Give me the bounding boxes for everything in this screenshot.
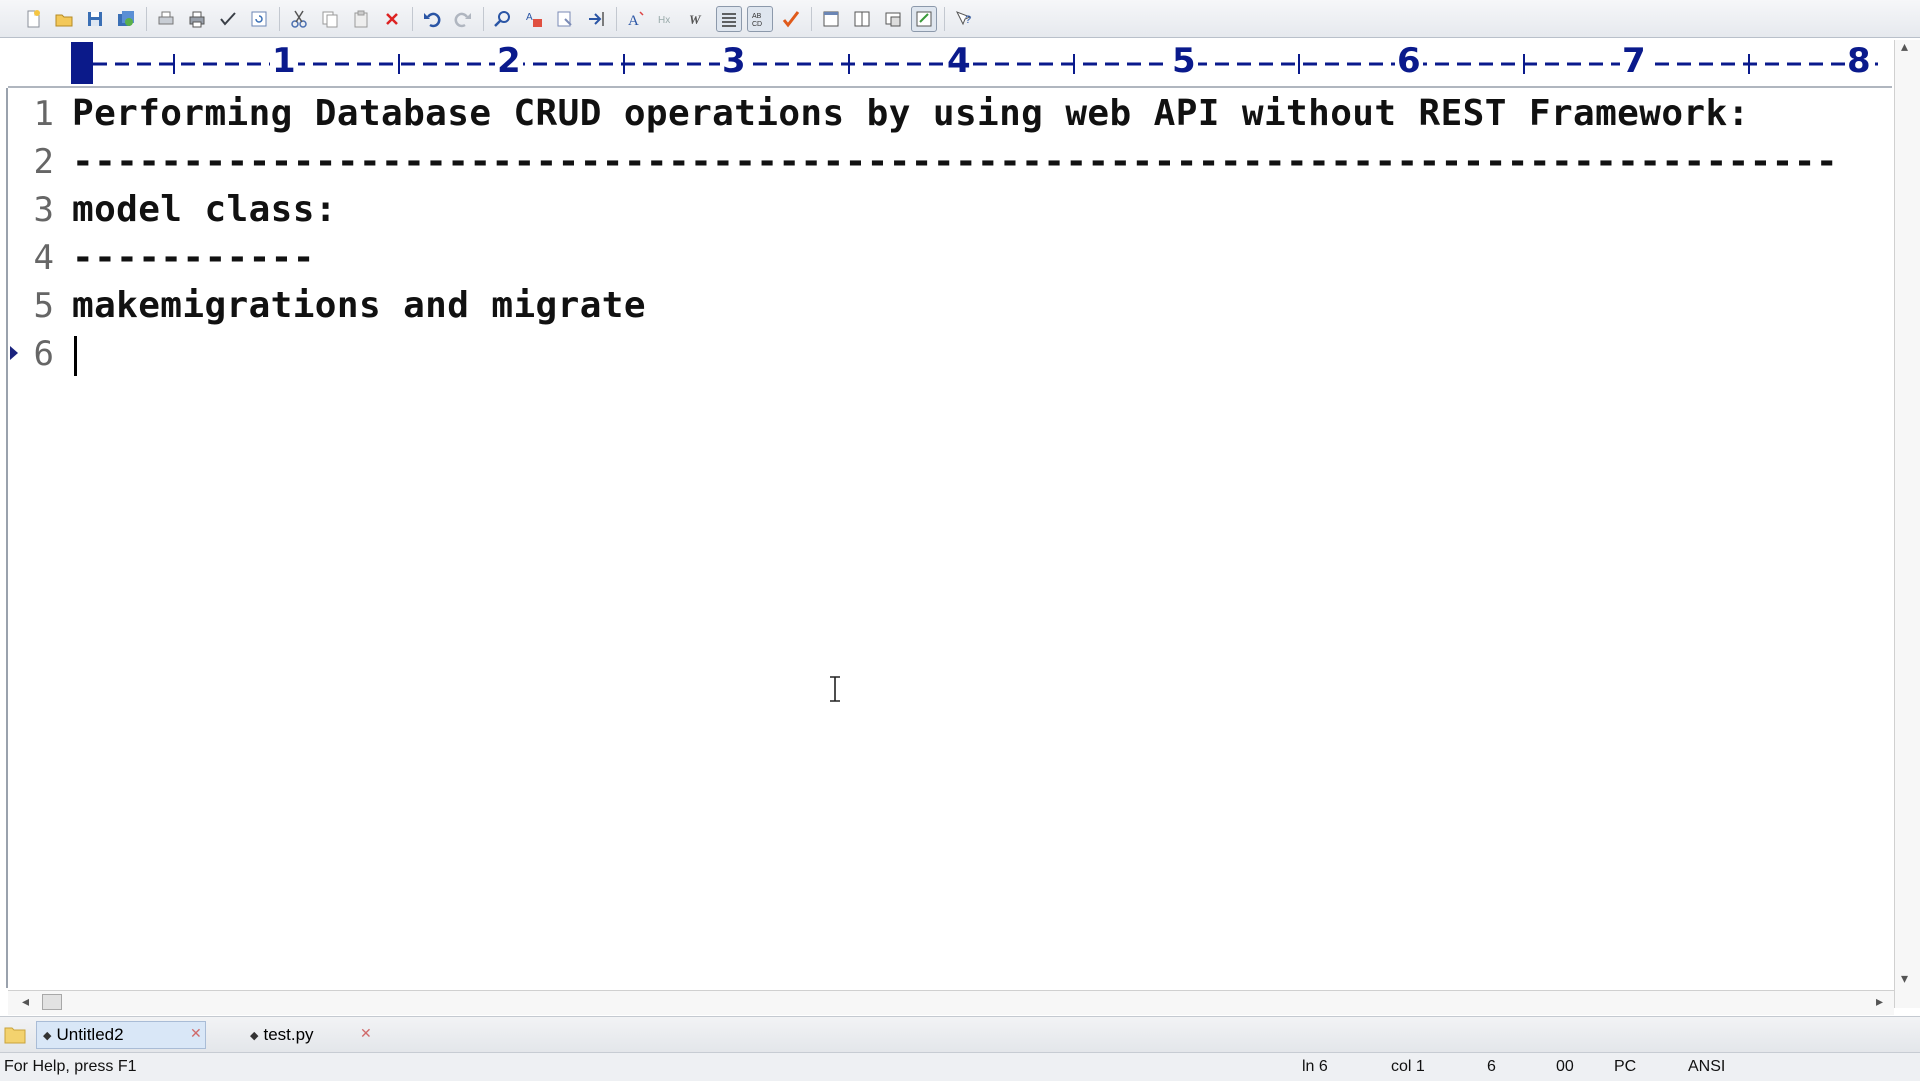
delete-icon[interactable] [379, 6, 405, 32]
toolbar-separator [483, 6, 484, 31]
close-icon[interactable]: ✕ [190, 1025, 202, 1042]
tab-modified-icon: ◆ [250, 1029, 259, 1042]
line-text[interactable]: model class: [72, 186, 337, 234]
toolbar-separator [811, 6, 812, 31]
close-icon[interactable]: ✕ [360, 1025, 372, 1042]
editor-line[interactable]: 2 --------------------------------------… [8, 138, 1888, 186]
replace-icon[interactable]: A [521, 6, 547, 32]
line-number: 5 [33, 286, 54, 326]
scroll-left-icon[interactable]: ◂ [22, 993, 29, 1010]
tab-test-py[interactable]: ◆ test.py [250, 1021, 314, 1049]
ibeam-cursor-icon [830, 676, 840, 702]
editor-line[interactable]: 4 ----------- [8, 234, 1888, 282]
ruler-cursor-marker[interactable] [71, 42, 93, 84]
svg-text:Hx: Hx [658, 15, 670, 26]
find-icon[interactable] [490, 6, 516, 32]
vertical-scrollbar[interactable]: ▴ ▾ [1894, 38, 1920, 1008]
cascade-window-icon[interactable] [911, 5, 937, 32]
toolbar-separator [279, 6, 280, 31]
ruler-number: 6 [1395, 41, 1423, 81]
column-mode-icon[interactable]: AB CD [747, 5, 773, 32]
redo-icon[interactable] [450, 6, 476, 32]
ruler-number: 1 [270, 41, 298, 81]
line-number: 4 [33, 238, 54, 278]
line-numbers-icon[interactable] [716, 5, 742, 32]
ruler-number: 5 [1170, 41, 1198, 81]
cut-icon[interactable] [286, 6, 312, 32]
paste-icon[interactable] [348, 6, 374, 32]
window-layout-icon[interactable] [818, 6, 844, 32]
status-bar: For Help, press F1 ln 6 col 1 6 00 PC AN… [0, 1052, 1920, 1081]
print-icon[interactable] [184, 6, 210, 32]
svg-text:?: ? [965, 14, 971, 26]
ruler-number: 8 [1845, 41, 1873, 81]
save-all-icon[interactable] [113, 6, 139, 32]
tab-untitled2[interactable]: ◆ Untitled2 [36, 1021, 206, 1049]
print-preview-icon[interactable] [153, 6, 179, 32]
svg-text:W: W [689, 12, 702, 27]
line-text[interactable]: makemigrations and migrate [72, 282, 646, 330]
scroll-right-icon[interactable]: ▸ [1876, 993, 1883, 1010]
line-number: 2 [33, 142, 54, 182]
svg-text:CD: CD [752, 21, 762, 28]
find-in-files-icon[interactable] [552, 6, 578, 32]
line-text[interactable]: ----------------------------------------… [72, 138, 1838, 186]
line-text[interactable]: Performing Database CRUD operations by u… [72, 90, 1750, 138]
ruler-number: 2 [495, 41, 523, 81]
status-format[interactable]: PC [1614, 1058, 1636, 1076]
editor-line[interactable]: 5 makemigrations and migrate [8, 282, 1888, 330]
status-chars: 6 [1487, 1058, 1496, 1075]
undo-icon[interactable] [419, 6, 445, 32]
horizontal-scrollbar[interactable]: ◂ ▸ [8, 990, 1894, 1015]
editor-line[interactable]: 3 model class: [8, 186, 1888, 234]
tab-label: Untitled2 [56, 1025, 124, 1044]
split-window-icon[interactable] [849, 6, 875, 32]
status-encoding[interactable]: ANSI [1688, 1058, 1725, 1076]
status-line: ln 6 [1302, 1058, 1328, 1075]
tab-label: test.py [263, 1025, 314, 1044]
document-tabs: ◆ Untitled2 ✕ ◆ test.py ✕ [0, 1016, 1920, 1053]
ruler: 1 2 3 4 5 6 7 8 [8, 40, 1892, 88]
toolbar-separator [616, 6, 617, 31]
check-icon[interactable] [778, 6, 804, 32]
status-code: 00 [1556, 1058, 1574, 1075]
status-column: col 1 [1391, 1058, 1425, 1075]
ruler-number: 4 [945, 41, 973, 81]
line-text[interactable]: ----------- [72, 234, 315, 282]
goto-line-icon[interactable] [583, 6, 609, 32]
open-folder-icon[interactable] [51, 6, 77, 32]
scroll-down-icon[interactable]: ▾ [1901, 970, 1908, 987]
tab-modified-icon: ◆ [43, 1029, 52, 1042]
ruler-number: 7 [1620, 41, 1648, 81]
ruler-number: 3 [720, 41, 748, 81]
svg-text:AB: AB [752, 13, 762, 20]
toolbar-separator [146, 6, 147, 31]
word-wrap-icon[interactable]: W [685, 6, 711, 32]
svg-text:A: A [628, 13, 639, 29]
spell-check-icon[interactable] [215, 6, 241, 32]
new-file-icon[interactable] [20, 6, 46, 32]
refresh-icon[interactable] [246, 6, 272, 32]
scroll-up-icon[interactable]: ▴ [1901, 38, 1908, 55]
horizontal-scroll-thumb[interactable] [42, 994, 62, 1010]
toolbar-separator [412, 6, 413, 31]
help-icon[interactable]: ? [951, 6, 977, 32]
text-editor[interactable]: 1 Performing Database CRUD operations by… [6, 88, 1896, 988]
editor-line-current[interactable]: 6 [8, 330, 1888, 378]
copy-icon[interactable] [317, 6, 343, 32]
tile-window-icon[interactable] [880, 6, 906, 32]
hex-icon[interactable]: Hx [654, 6, 680, 32]
toolbar: A A Hx W AB CD ? [0, 0, 1920, 38]
line-number: 1 [33, 94, 54, 134]
line-number: 6 [33, 334, 54, 374]
text-caret [74, 336, 77, 376]
svg-text:A: A [526, 12, 533, 23]
font-icon[interactable]: A [623, 6, 649, 32]
folder-icon[interactable] [4, 1023, 26, 1045]
toolbar-separator [944, 6, 945, 31]
editor-line[interactable]: 1 Performing Database CRUD operations by… [8, 90, 1888, 138]
line-number: 3 [33, 190, 54, 230]
status-help: For Help, press F1 [4, 1058, 137, 1075]
save-icon[interactable] [82, 6, 108, 32]
